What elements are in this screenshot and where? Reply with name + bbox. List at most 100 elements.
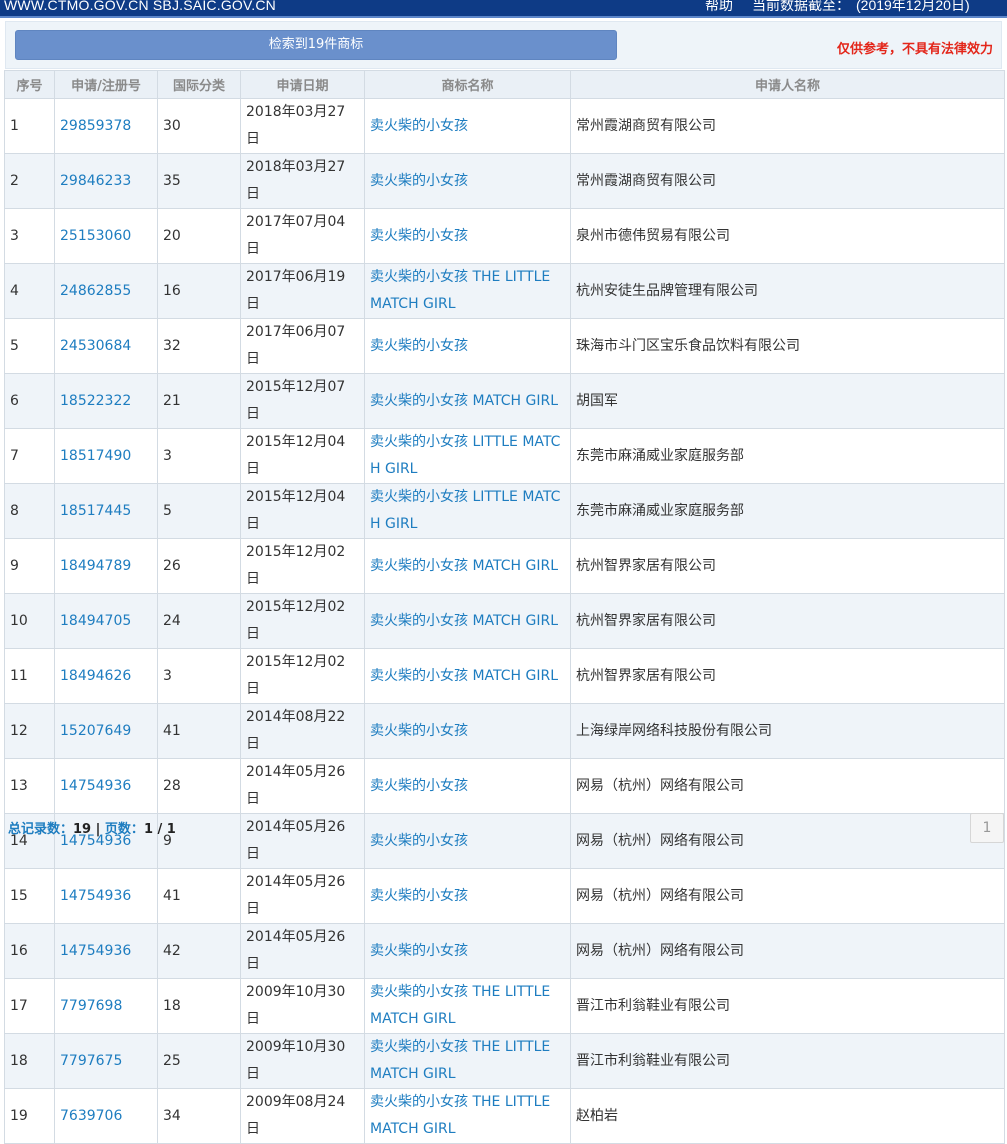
registration-number-link[interactable]: 18494626 [54,648,158,704]
trademark-name-link[interactable]: 卖火柴的小女孩 [364,868,571,924]
intl-class: 28 [157,758,241,814]
trademark-name-link[interactable]: 卖火柴的小女孩 MATCH GIRL [364,593,571,649]
trademark-name-link[interactable]: 卖火柴的小女孩 THE LITTLE MATCH GIRL [364,1088,571,1144]
intl-class: 21 [157,373,241,429]
row-number: 13 [4,758,55,814]
trademark-name-link[interactable]: 卖火柴的小女孩 [364,813,571,869]
intl-class: 20 [157,208,241,264]
applicant-name: 东莞市麻涌威业家庭服务部 [570,428,1005,484]
registration-number-link[interactable]: 18494789 [54,538,158,594]
trademark-name-link[interactable]: 卖火柴的小女孩 THE LITTLE MATCH GIRL [364,1033,571,1089]
trademark-name-link[interactable]: 卖火柴的小女孩 THE LITTLE MATCH GIRL [364,978,571,1034]
applicant-name: 网易（杭州）网络有限公司 [570,868,1005,924]
trademark-name-link[interactable]: 卖火柴的小女孩 MATCH GIRL [364,648,571,704]
registration-number-link[interactable]: 7797675 [54,1033,158,1089]
applicant-name: 东莞市麻涌威业家庭服务部 [570,483,1005,539]
trademark-name-link[interactable]: 卖火柴的小女孩 LITTLE MATCH GIRL [364,428,571,484]
table-row: 6 18522322 21 2015年12月07日 卖火柴的小女孩 MATCH GIRL… [4,373,1005,429]
intl-class: 16 [157,263,241,319]
applicant-name: 泉州市德伟贸易有限公司 [570,208,1005,264]
registration-number-link[interactable]: 29846233 [54,153,158,209]
trademark-name-link[interactable]: 卖火柴的小女孩 MATCH GIRL [364,373,571,429]
table-row: 8 18517445 5 2015年12月04日 卖火柴的小女孩 LITTLE MATC… [4,483,1005,539]
application-date: 2015年12月02日 [240,538,365,594]
registration-number-link[interactable]: 18517490 [54,428,158,484]
row-number: 19 [4,1088,55,1144]
registration-number-link[interactable]: 14754936 [54,923,158,979]
table-row: 10 18494705 24 2015年12月02日 卖火柴的小女孩 MATCH GIR… [4,593,1005,649]
trademark-name-link[interactable]: 卖火柴的小女孩 [364,703,571,759]
result-count-button[interactable]: 检索到19件商标 [15,30,617,60]
table-row: 1 29859378 30 2018年03月27日 卖火柴的小女孩 常州霞湖商贸有限公司 [4,98,1005,154]
table-row: 19 7639706 34 2009年08月24日 卖火柴的小女孩 THE LITTLE… [4,1088,1005,1144]
registration-number-link[interactable]: 25153060 [54,208,158,264]
trademark-name-link[interactable]: 卖火柴的小女孩 [364,208,571,264]
registration-number-link[interactable]: 7639706 [54,1088,158,1144]
registration-number-link[interactable]: 18522322 [54,373,158,429]
col-header-mark[interactable]: 商标名称 [364,70,571,99]
intl-class: 30 [157,98,241,154]
application-date: 2015年12月04日 [240,483,365,539]
row-number: 11 [4,648,55,704]
col-header-applicant[interactable]: 申请人名称 [570,70,1005,99]
col-header-no: 序号 [4,70,55,99]
registration-number-link[interactable]: 15207649 [54,703,158,759]
result-toolbar: 检索到19件商标 仅供参考，不具有法律效力 [5,21,1002,69]
intl-class: 32 [157,318,241,374]
col-header-reg-no[interactable]: 申请/注册号 [54,70,158,99]
applicant-name: 上海绿岸网络科技股份有限公司 [570,703,1005,759]
registration-number-link[interactable]: 29859378 [54,98,158,154]
registration-number-link[interactable]: 18517445 [54,483,158,539]
table-row: 13 14754936 28 2014年05月26日 卖火柴的小女孩 网易（杭州）网络有限… [4,758,1005,814]
application-date: 2014年05月26日 [240,923,365,979]
help-link[interactable]: 帮助 [705,0,733,13]
table-row: 11 18494626 3 2015年12月02日 卖火柴的小女孩 MATCH GIRL… [4,648,1005,704]
intl-class: 41 [157,703,241,759]
table-row: 15 14754936 41 2014年05月26日 卖火柴的小女孩 网易（杭州）网络有限… [4,868,1005,924]
registration-number-link[interactable]: 24530684 [54,318,158,374]
trademark-name-link[interactable]: 卖火柴的小女孩 MATCH GIRL [364,538,571,594]
table-row: 4 24862855 16 2017年06月19日 卖火柴的小女孩 THE LITTLE… [4,263,1005,319]
applicant-name: 杭州安徒生品牌管理有限公司 [570,263,1005,319]
applicant-name: 杭州智界家居有限公司 [570,648,1005,704]
col-header-class[interactable]: 国际分类 [157,70,241,99]
page-count-value: 1 / 1 [143,822,176,837]
intl-class: 35 [157,153,241,209]
site-urls: WWW.CTMO.GOV.CN SBJ.SAIC.GOV.CN [4,0,276,13]
application-date: 2009年08月24日 [240,1088,365,1144]
applicant-name: 网易（杭州）网络有限公司 [570,923,1005,979]
trademark-name-link[interactable]: 卖火柴的小女孩 THE LITTLE MATCH GIRL [364,263,571,319]
trademark-name-link[interactable]: 卖火柴的小女孩 LITTLE MATCH GIRL [364,483,571,539]
trademark-name-link[interactable]: 卖火柴的小女孩 [364,758,571,814]
trademark-name-link[interactable]: 卖火柴的小女孩 [364,98,571,154]
col-header-date[interactable]: 申请日期 [240,70,365,99]
application-date: 2018年03月27日 [240,153,365,209]
data-asof-label: 当前数据截至： [752,0,850,13]
table-row: 9 18494789 26 2015年12月02日 卖火柴的小女孩 MATCH GIRL… [4,538,1005,594]
application-date: 2017年06月07日 [240,318,365,374]
application-date: 2014年05月26日 [240,813,365,869]
row-number: 15 [4,868,55,924]
applicant-name: 常州霞湖商贸有限公司 [570,98,1005,154]
registration-number-link[interactable]: 18494705 [54,593,158,649]
applicant-name: 晋江市利翁鞋业有限公司 [570,978,1005,1034]
intl-class: 24 [157,593,241,649]
intl-class: 34 [157,1088,241,1144]
registration-number-link[interactable]: 24862855 [54,263,158,319]
intl-class: 3 [157,648,241,704]
table-row: 17 7797698 18 2009年10月30日 卖火柴的小女孩 THE LITTLE… [4,978,1005,1034]
registration-number-link[interactable]: 14754936 [54,868,158,924]
registration-number-link[interactable]: 14754936 [54,758,158,814]
table-row: 12 15207649 41 2014年08月22日 卖火柴的小女孩 上海绿岸网络科技股份… [4,703,1005,759]
trademark-name-link[interactable]: 卖火柴的小女孩 [364,923,571,979]
trademark-name-link[interactable]: 卖火柴的小女孩 [364,153,571,209]
applicant-name: 晋江市利翁鞋业有限公司 [570,1033,1005,1089]
trademark-name-link[interactable]: 卖火柴的小女孩 [364,318,571,374]
intl-class: 41 [157,868,241,924]
intl-class: 25 [157,1033,241,1089]
page-button-1[interactable]: 1 [970,813,1004,843]
row-number: 2 [4,153,55,209]
record-summary: 总记录数：19 | 页数：1 / 1 [8,818,176,837]
summary-separator: | [91,822,105,837]
registration-number-link[interactable]: 7797698 [54,978,158,1034]
